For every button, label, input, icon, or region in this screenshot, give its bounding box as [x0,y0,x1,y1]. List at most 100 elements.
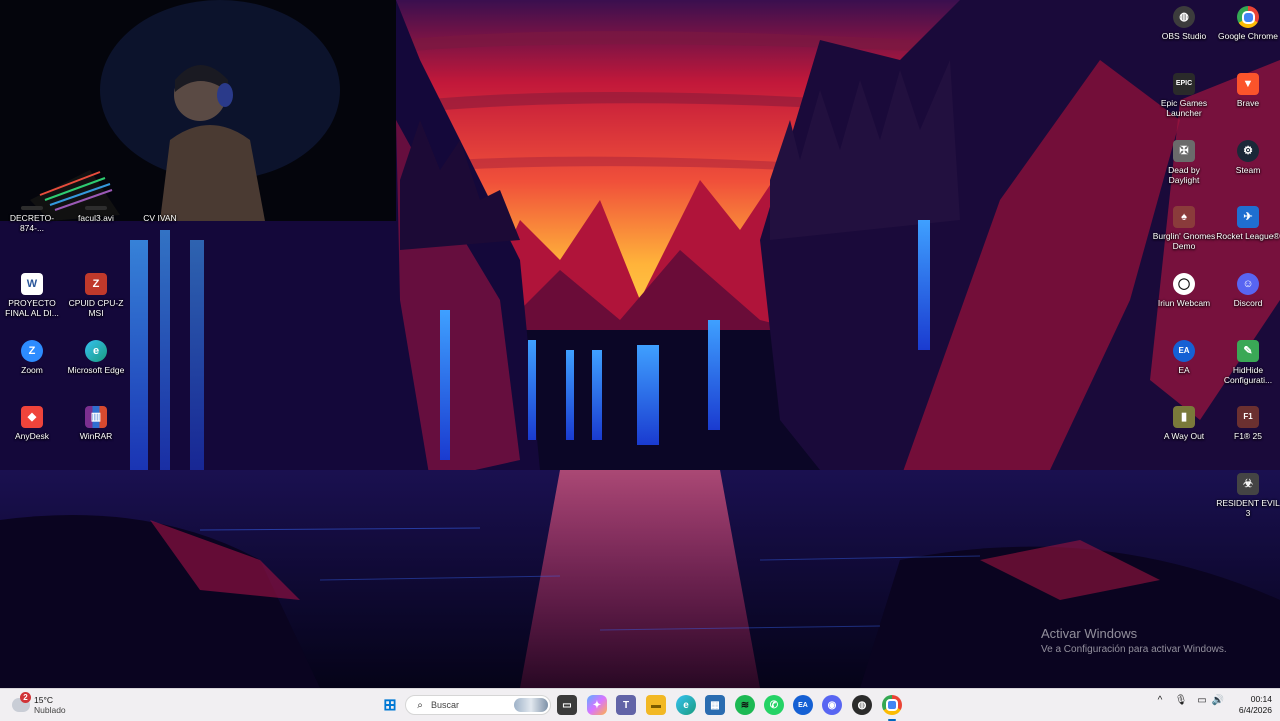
desktop-icon-label: Burglin' Gnomes Demo [1152,231,1216,251]
microphone-icon[interactable]: 🎙 [1174,695,1188,706]
windows-start-icon[interactable]: ⊞ [380,695,400,715]
search-highlight-image [514,698,548,712]
desktop-icon[interactable]: ◆ AnyDesk [0,406,64,441]
desktop-icon[interactable]: F1 F1® 25 [1216,406,1280,441]
rocket-league-icon: ✈ [1237,206,1259,228]
teams-icon[interactable]: T [616,695,636,715]
desktop-icon[interactable]: CV IVAN [128,206,192,223]
show-hidden-icons-chevron[interactable]: ^ [1153,695,1167,706]
desktop-icon[interactable]: Z CPUID CPU-Z MSI [64,273,128,318]
hidhide-icon: ✎ [1237,340,1259,362]
desktop-icon[interactable]: ⚙ Steam [1216,140,1280,175]
network-icon[interactable]: ▭ [1195,695,1209,706]
desktop-icon[interactable]: ▮ A Way Out [1152,406,1216,441]
weather-condition: Nublado [34,705,66,715]
edge-icon[interactable]: e [676,695,696,715]
chrome-icon[interactable] [882,695,902,715]
desktop-icon[interactable]: ◍ OBS Studio [1152,6,1216,41]
f1-25-icon: F1 [1237,406,1259,428]
desktop-icon[interactable]: W PROYECTO FINAL AL DI... [0,273,64,318]
watermark-subtitle: Ve a Configuración para activar Windows. [1041,644,1227,655]
folder-icon [149,206,171,210]
desktop-icon[interactable]: e Microsoft Edge [64,340,128,375]
task-view-icon[interactable]: ▭ [557,695,577,715]
ea-icon: EA [1173,340,1195,362]
discord-icon: ☺ [1237,273,1259,295]
desktop-icon-label: HidHide Configurati... [1223,365,1273,385]
edge-icon: e [85,340,107,362]
desktop-icon[interactable]: DECRETO-874-... [0,206,64,233]
desktop-icon[interactable]: ✠ Dead by Daylight [1152,140,1216,185]
taskbar: 2 15°C Nublado ⊞ ⌕ Buscar ▭ ✦ T ▬ e ▦ ≋ … [0,688,1280,721]
desktop-icon[interactable]: EA EA [1152,340,1216,375]
cpuz-icon: Z [85,273,107,295]
desktop-icon-label: Brave [1236,98,1260,108]
desktop-icon-label: Iriun Webcam [1157,298,1211,308]
desktop-icon-label: Zoom [21,365,43,375]
chrome-icon [1237,6,1259,28]
desktop-icon[interactable]: ◯ Iriun Webcam [1152,273,1216,308]
word-document-icon: W [21,273,43,295]
desktop-icon-label: Rocket League® [1216,231,1280,241]
desktop-icon[interactable]: ✈ Rocket League® [1216,206,1280,241]
volume-icon[interactable]: 🔊 [1211,695,1225,706]
desktop-icon[interactable]: EPIC Epic Games Launcher [1152,73,1216,118]
desktop-icon[interactable]: Z Zoom [0,340,64,375]
burglin-gnomes-icon: ♠ [1173,206,1195,228]
desktop-icon[interactable]: ✎ HidHide Configurati... [1216,340,1280,385]
whatsapp-icon[interactable]: ✆ [764,695,784,715]
spotify-icon[interactable]: ≋ [735,695,755,715]
desktop-icon[interactable]: facul3.avi [64,206,128,223]
desktop-icon-label: EA [1178,365,1190,375]
copilot-icon[interactable]: ✦ [587,695,607,715]
desktop-icon[interactable]: ☣ RESIDENT EVIL 3 [1216,473,1280,518]
desktop-icon-label: OBS Studio [1161,31,1207,41]
desktop-icon-label: DECRETO-874-... [9,213,55,233]
desktop-icon-label: A Way Out [1163,431,1205,441]
dead-by-daylight-icon: ✠ [1173,140,1195,162]
search-placeholder: Buscar [431,700,460,710]
discord-icon[interactable]: ◉ [822,695,842,715]
brave-icon: ▼ [1237,73,1259,95]
clock-date: 6/4/2026 [1238,705,1272,715]
desktop-icon-label: Google Chrome [1217,31,1278,41]
winrar-icon: ▥ [85,406,107,428]
desktop-icon-label: Discord [1233,298,1263,308]
search-box[interactable]: ⌕ Buscar [405,695,551,715]
desktop-icon-label: Microsoft Edge [67,365,125,375]
desktop-icon[interactable]: ▥ WinRAR [64,406,128,441]
zoom-icon: Z [21,340,43,362]
desktop-icon[interactable]: ♠ Burglin' Gnomes Demo [1152,206,1216,251]
desktop-icon-label: Steam [1235,165,1261,175]
video-file-icon [85,206,107,210]
clock-time: 00:14 [1250,694,1272,704]
desktop-icon-label: RESIDENT EVIL 3 [1216,498,1280,518]
a-way-out-icon: ▮ [1173,406,1195,428]
desktop-icon[interactable]: Google Chrome [1216,6,1280,41]
iriun-webcam-icon: ◯ [1173,273,1195,295]
desktop-icon-label: CPUID CPU-Z MSI [68,298,124,318]
obs-icon[interactable]: ◍ [852,695,872,715]
desktop-icon-label: CV IVAN [143,213,177,223]
desktop-icon[interactable]: ☺ Discord [1216,273,1280,308]
desktop-icon-label: AnyDesk [14,431,49,441]
webcam-overlay [0,0,396,221]
ea-app-icon[interactable]: EA [793,695,813,715]
desktop-icon-label: Epic Games Launcher [1160,98,1208,118]
cloud-icon: 2 [12,692,31,712]
search-icon: ⌕ [417,699,423,711]
desktop-icon-label: PROYECTO FINAL AL DI... [5,298,59,318]
weather-widget[interactable]: 2 15°C Nublado [12,692,66,717]
desktop-icon-label: WinRAR [79,431,113,441]
desktop-icon[interactable]: ▼ Brave [1216,73,1280,108]
anydesk-icon: ◆ [21,406,43,428]
watermark-title: Activar Windows [1041,626,1138,641]
file-explorer-icon[interactable]: ▬ [646,695,666,715]
system-clock[interactable]: 00:14 6/4/2026 [1228,694,1272,716]
desktop-icon-label: facul3.avi [78,213,114,223]
desktop-icon-label: Dead by Daylight [1168,165,1200,185]
document-icon [21,206,43,210]
microsoft-store-icon[interactable]: ▦ [705,695,725,715]
notification-badge: 2 [20,692,31,703]
steam-icon: ⚙ [1237,140,1259,162]
